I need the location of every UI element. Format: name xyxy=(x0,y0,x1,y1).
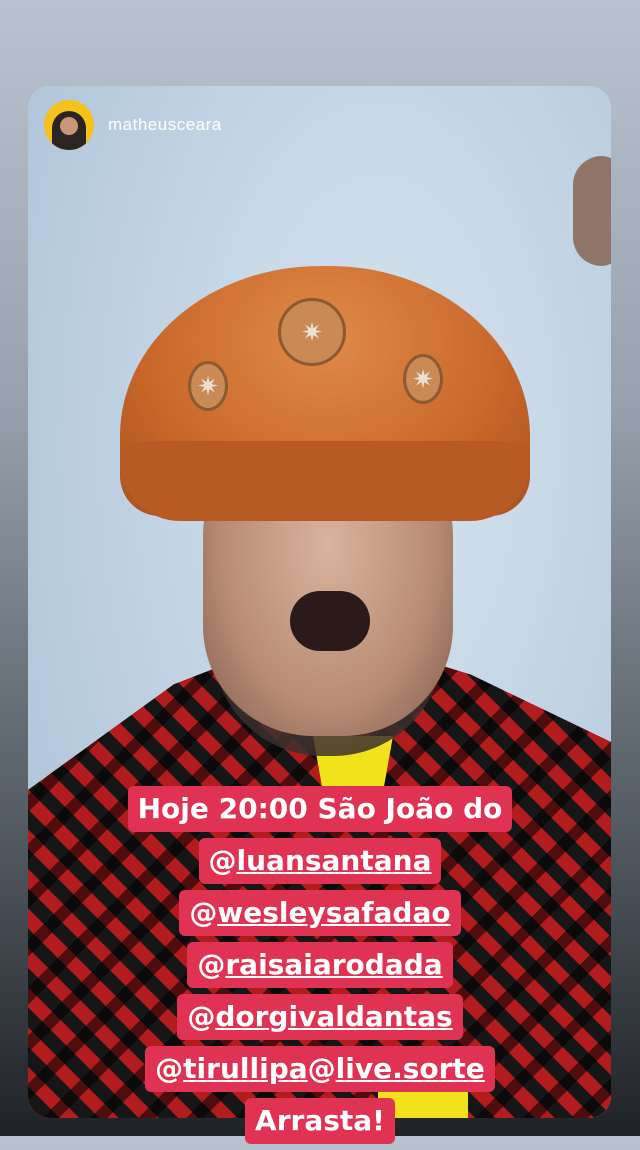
caption-line-4: @raisaiarodada xyxy=(187,942,453,988)
profile-avatar[interactable] xyxy=(44,100,94,150)
hat-brim xyxy=(120,441,530,521)
at-sign: @ xyxy=(187,1000,216,1033)
star-medal-left: ✷ xyxy=(188,361,228,411)
at-sign: @ xyxy=(155,1052,184,1085)
story-caption: Hoje 20:00 São João do @luansantana @wes… xyxy=(0,786,640,1150)
caption-line-1: Hoje 20:00 São João do xyxy=(127,786,513,832)
caption-text: Arrasta! xyxy=(255,1104,385,1137)
star-medal-center: ✷ xyxy=(278,298,346,366)
avatar-silhouette xyxy=(52,111,86,150)
caption-line-2: @luansantana xyxy=(198,838,442,884)
mention-tirullipa[interactable]: tirullipa xyxy=(183,1052,307,1085)
mention-raisaiarodada[interactable]: raisaiarodada xyxy=(225,948,442,981)
mention-wesleysafadao[interactable]: wesleysafadao xyxy=(217,896,450,929)
mention-dorgivaldantas[interactable]: dorgivaldantas xyxy=(215,1000,452,1033)
hand xyxy=(573,156,611,266)
star-medal-right: ✷ xyxy=(403,354,443,404)
story-header: matheusceara xyxy=(44,100,222,150)
at-sign: @ xyxy=(189,896,218,929)
username[interactable]: matheusceara xyxy=(108,115,222,135)
open-mouth xyxy=(290,591,370,651)
caption-line-7: Arrasta! xyxy=(245,1098,395,1144)
mention-luansantana[interactable]: luansantana xyxy=(237,844,432,877)
caption-text: Hoje 20:00 São João do xyxy=(137,792,503,825)
caption-line-6: @tirullipa @live.sorte xyxy=(145,1046,495,1092)
avatar-face xyxy=(60,117,78,135)
caption-line-5: @dorgivaldantas xyxy=(177,994,463,1040)
at-sign: @ xyxy=(208,844,237,877)
caption-line-3: @wesleysafadao xyxy=(179,890,461,936)
at-sign: @ xyxy=(197,948,226,981)
at-sign: @ xyxy=(307,1052,336,1085)
mention-live-sorte[interactable]: live.sorte xyxy=(336,1052,485,1085)
